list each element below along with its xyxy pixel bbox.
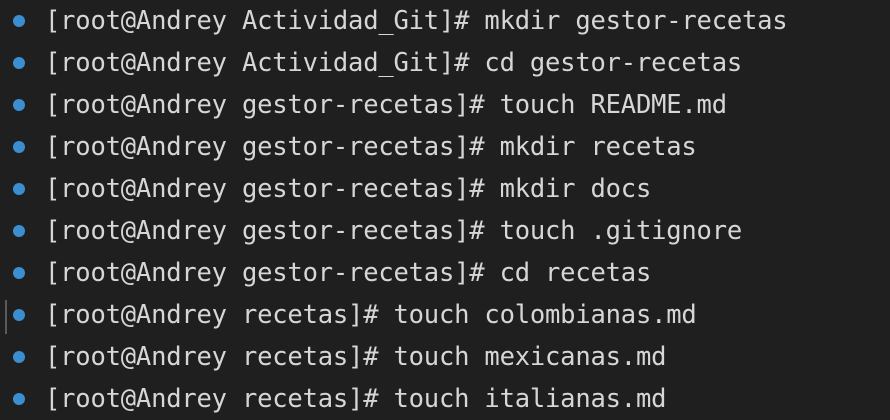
terminal-line-text: [root@Andrey recetas]# touch italianas.m… [45, 384, 667, 414]
command-status-icon[interactable] [13, 309, 25, 321]
terminal-line-text: [root@Andrey gestor-recetas]# touch .git… [45, 216, 743, 246]
terminal-line-text: [root@Andrey gestor-recetas]# cd recetas [45, 258, 652, 288]
terminal-line-text: [root@Andrey Actividad_Git]# cd gestor-r… [45, 48, 743, 78]
terminal-line-text: [root@Andrey gestor-recetas]# mkdir docs [45, 174, 652, 204]
terminal-output: [root@Andrey Actividad_Git]# mkdir gesto… [0, 0, 890, 420]
terminal-line-text: [root@Andrey recetas]# touch colombianas… [45, 300, 697, 330]
terminal-line-7: [root@Andrey gestor-recetas]# cd recetas [0, 252, 890, 294]
command-status-icon[interactable] [13, 183, 25, 195]
command-status-icon[interactable] [13, 225, 25, 237]
terminal-line-4: [root@Andrey gestor-recetas]# mkdir rece… [0, 126, 890, 168]
terminal-line-text: [root@Andrey Actividad_Git]# mkdir gesto… [45, 6, 788, 36]
terminal-line-8: [root@Andrey recetas]# touch colombianas… [0, 294, 890, 336]
command-status-icon[interactable] [13, 99, 25, 111]
command-status-icon[interactable] [13, 393, 25, 405]
terminal-line-text: [root@Andrey recetas]# touch mexicanas.m… [45, 342, 667, 372]
terminal-line-6: [root@Andrey gestor-recetas]# touch .git… [0, 210, 890, 252]
terminal-line-9: [root@Andrey recetas]# touch mexicanas.m… [0, 336, 890, 378]
terminal-line-2: [root@Andrey Actividad_Git]# cd gestor-r… [0, 42, 890, 84]
terminal-line-text: [root@Andrey gestor-recetas]# mkdir rece… [45, 132, 697, 162]
terminal-line-text: [root@Andrey gestor-recetas]# touch READ… [45, 90, 727, 120]
terminal-line-5: [root@Andrey gestor-recetas]# mkdir docs [0, 168, 890, 210]
terminal-line-3: [root@Andrey gestor-recetas]# touch READ… [0, 84, 890, 126]
command-status-icon[interactable] [13, 267, 25, 279]
terminal-line-1: [root@Andrey Actividad_Git]# mkdir gesto… [0, 0, 890, 42]
command-status-icon[interactable] [13, 57, 25, 69]
command-status-icon[interactable] [13, 15, 25, 27]
command-status-icon[interactable] [13, 141, 25, 153]
terminal-line-10: [root@Andrey recetas]# touch italianas.m… [0, 378, 890, 420]
command-status-icon[interactable] [13, 351, 25, 363]
command-lines: [root@Andrey Actividad_Git]# mkdir gesto… [0, 0, 890, 420]
